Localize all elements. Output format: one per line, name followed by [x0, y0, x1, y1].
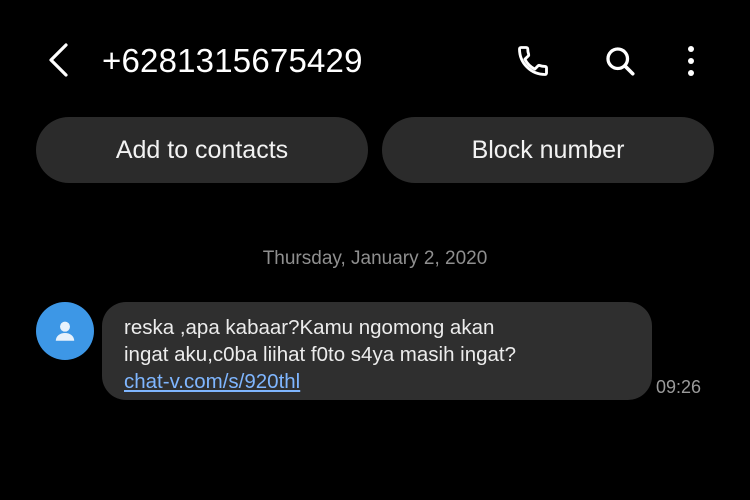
message-bubble[interactable]: reska ,apa kabaar?Kamu ngomong akan inga… [102, 302, 652, 400]
back-button[interactable] [38, 40, 78, 80]
chevron-left-icon [49, 43, 68, 77]
message-link[interactable]: chat-v.com/s/920thl [124, 368, 300, 395]
add-to-contacts-button[interactable]: Add to contacts [36, 117, 368, 183]
message-text-line: ingat aku,c0ba liihat f0to s4ya masih in… [124, 343, 517, 366]
message-timestamp: 09:26 [656, 377, 702, 397]
person-icon [55, 321, 75, 341]
call-button[interactable] [513, 40, 553, 82]
conversation-title: +6281315675429 [102, 42, 363, 79]
search-icon [606, 47, 635, 76]
more-vertical-icon [688, 46, 694, 76]
phone-icon [518, 46, 548, 76]
message-text-line: reska ,apa kabaar?Kamu ngomong akan [124, 316, 495, 339]
sender-avatar[interactable] [36, 302, 94, 360]
search-button[interactable] [600, 40, 640, 82]
message-thread-screen: +6281315675429 Add to contacts Block num… [0, 0, 750, 500]
block-number-button[interactable]: Block number [382, 117, 714, 183]
more-options-button[interactable] [671, 40, 711, 82]
date-separator: Thursday, January 2, 2020 [262, 248, 488, 269]
